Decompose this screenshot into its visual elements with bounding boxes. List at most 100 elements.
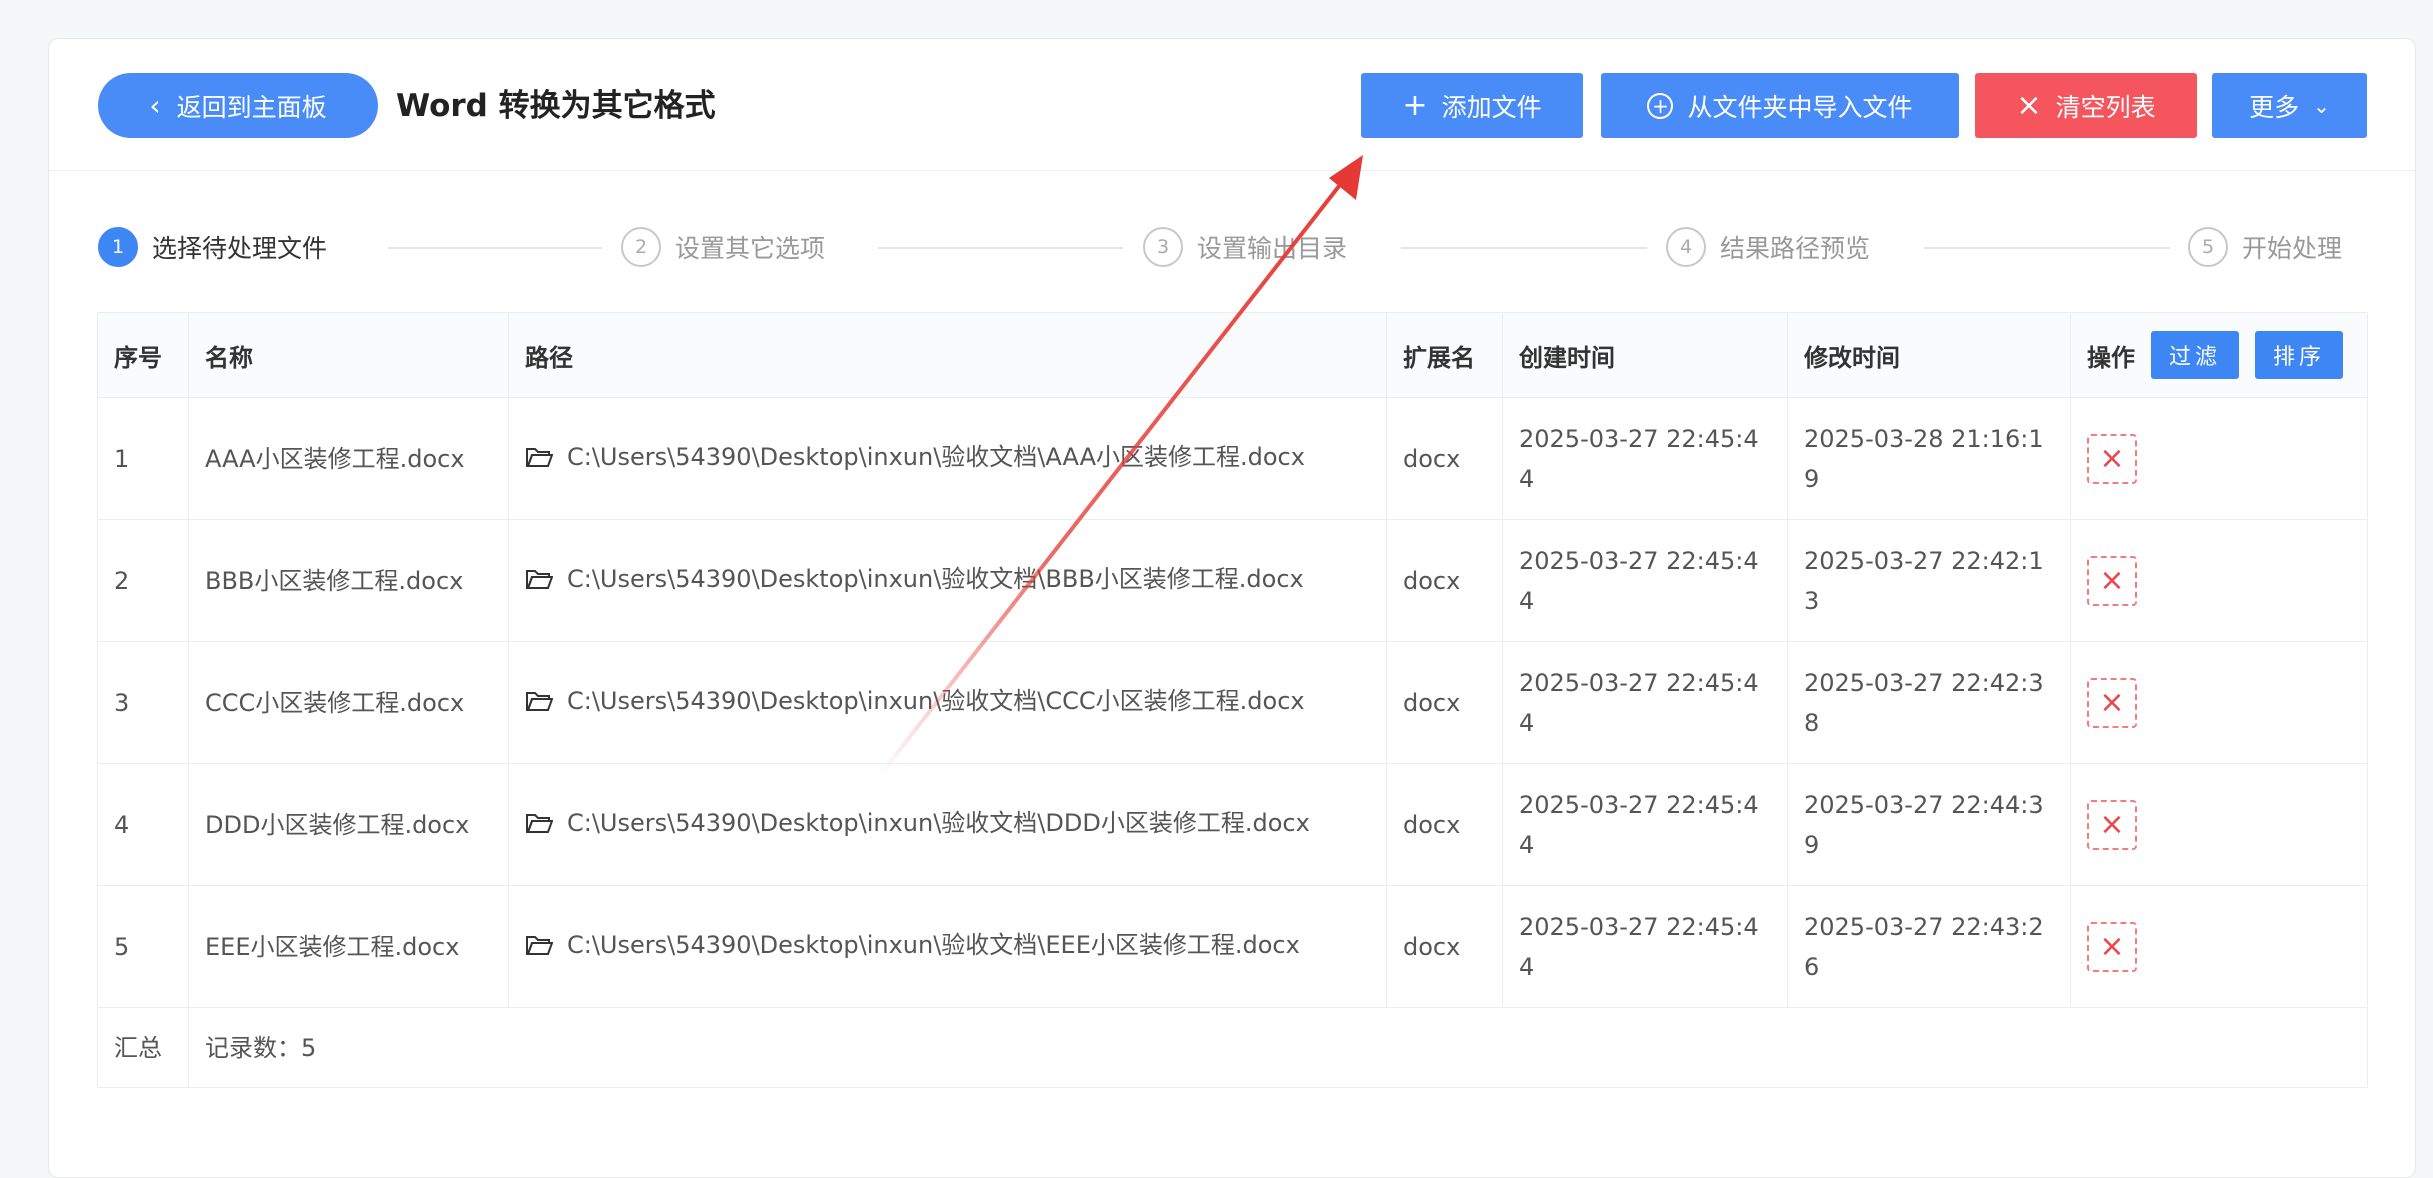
row-modified: 2025-03-27 22:43:26 [1787,885,2071,1008]
page-title: Word 转换为其它格式 [396,88,716,124]
close-icon: × [2099,928,2125,964]
row-action: × [2070,763,2368,886]
step-number: 2 [621,227,661,267]
row-created: 2025-03-27 22:45:44 [1502,763,1788,886]
row-index: 3 [97,641,189,764]
row-path-cell[interactable]: C:\Users\54390\Desktop\inxun\验收文档\EEE小区装… [508,885,1387,1008]
step-1: 1 选择待处理文件 [98,222,327,272]
row-path-cell[interactable]: C:\Users\54390\Desktop\inxun\验收文档\CCC小区装… [508,641,1387,764]
back-button-label: 返回到主面板 [176,92,327,122]
row-index: 4 [97,763,189,886]
row-ext: docx [1386,885,1503,1008]
row-modified: 2025-03-28 21:16:19 [1787,397,2071,520]
toolbar: ‹ 返回到主面板 Word 转换为其它格式 + 添加文件 + 从文件夹中导入文件… [49,39,2415,171]
row-action: × [2070,885,2368,1008]
filter-button[interactable]: 过滤 [2151,331,2239,379]
more-button[interactable]: 更多 ⌄ [2212,73,2367,138]
row-name: DDD小区装修工程.docx [188,763,509,886]
row-index: 2 [97,519,189,642]
step-number: 4 [1666,227,1706,267]
col-modified: 修改时间 [1787,312,2071,398]
close-icon: × [2099,684,2125,720]
plus-icon: + [1402,87,1428,123]
folder-open-icon [525,684,555,724]
add-file-button[interactable]: + 添加文件 [1361,73,1583,138]
close-icon: × [2099,440,2125,476]
chevron-left-icon: ‹ [149,89,161,122]
row-ext: docx [1386,763,1503,886]
row-created: 2025-03-27 22:45:44 [1502,641,1788,764]
sort-button[interactable]: 排序 [2255,331,2343,379]
close-icon: × [2016,87,2042,123]
folder-open-icon [525,562,555,602]
col-index: 序号 [97,312,189,398]
table-row: 3 CCC小区装修工程.docx C:\Users\54390\Desktop\… [97,641,2368,764]
step-connector [1924,247,2170,249]
chevron-down-icon: ⌄ [2313,93,2330,118]
row-modified: 2025-03-27 22:42:13 [1787,519,2071,642]
table-header-row: 序号 名称 路径 扩展名 创建时间 修改时间 操作 过滤 排序 [97,312,2368,398]
add-file-label: 添加文件 [1441,92,1542,122]
folder-open-icon [525,440,555,480]
import-folder-label: 从文件夹中导入文件 [1687,92,1913,122]
delete-row-button[interactable]: × [2087,799,2137,850]
step-label: 结果路径预览 [1720,234,1871,263]
row-path: C:\Users\54390\Desktop\inxun\验收文档\DDD小区装… [567,809,1310,837]
col-action-label: 操作 [2087,343,2135,372]
row-name: BBB小区装修工程.docx [188,519,509,642]
row-index: 5 [97,885,189,1008]
step-indicator: 1 选择待处理文件 2 设置其它选项 3 设置输出目录 4 结果路径预览 5 开… [98,222,2418,272]
row-modified: 2025-03-27 22:44:39 [1787,763,2071,886]
summary-label: 汇总 [97,1007,189,1088]
row-ext: docx [1386,397,1503,520]
row-created: 2025-03-27 22:45:44 [1502,519,1788,642]
step-label: 选择待处理文件 [152,234,328,263]
table-row: 1 AAA小区装修工程.docx C:\Users\54390\Desktop\… [97,397,2368,520]
row-name: CCC小区装修工程.docx [188,641,509,764]
step-label: 设置输出目录 [1197,234,1348,263]
more-label: 更多 [2249,92,2300,122]
row-path-cell[interactable]: C:\Users\54390\Desktop\inxun\验收文档\DDD小区装… [508,763,1387,886]
col-name: 名称 [188,312,509,398]
row-name: EEE小区装修工程.docx [188,885,509,1008]
step-label: 开始处理 [2242,234,2343,263]
row-ext: docx [1386,641,1503,764]
delete-row-button[interactable]: × [2087,921,2137,972]
row-action: × [2070,641,2368,764]
col-ext: 扩展名 [1386,312,1503,398]
row-created: 2025-03-27 22:45:44 [1502,885,1788,1008]
close-icon: × [2099,562,2125,598]
summary-row: 汇总 记录数：5 [97,1007,2368,1088]
plus-circle-icon: + [1647,92,1674,119]
delete-row-button[interactable]: × [2087,555,2137,606]
step-connector [878,247,1123,249]
step-2: 2 设置其它选项 [621,222,825,272]
back-to-main-button[interactable]: ‹ 返回到主面板 [98,73,378,138]
clear-list-label: 清空列表 [2055,92,2156,122]
step-label: 设置其它选项 [675,234,826,263]
step-number: 1 [98,227,138,267]
close-icon: × [2099,806,2125,842]
folder-open-icon [525,806,555,846]
import-folder-button[interactable]: + 从文件夹中导入文件 [1601,73,1959,138]
col-action: 操作 过滤 排序 [2070,312,2368,398]
row-path: C:\Users\54390\Desktop\inxun\验收文档\EEE小区装… [567,931,1300,959]
row-path: C:\Users\54390\Desktop\inxun\验收文档\AAA小区装… [567,443,1305,471]
row-path: C:\Users\54390\Desktop\inxun\验收文档\CCC小区装… [567,687,1305,715]
delete-row-button[interactable]: × [2087,433,2137,484]
row-path-cell[interactable]: C:\Users\54390\Desktop\inxun\验收文档\BBB小区装… [508,519,1387,642]
step-number: 5 [2188,227,2228,267]
step-3: 3 设置输出目录 [1143,222,1347,272]
table-row: 5 EEE小区装修工程.docx C:\Users\54390\Desktop\… [97,885,2368,1008]
row-name: AAA小区装修工程.docx [188,397,509,520]
step-number: 3 [1143,227,1183,267]
clear-list-button[interactable]: × 清空列表 [1975,73,2197,138]
row-path: C:\Users\54390\Desktop\inxun\验收文档\BBB小区装… [567,565,1304,593]
row-ext: docx [1386,519,1503,642]
table-row: 2 BBB小区装修工程.docx C:\Users\54390\Desktop\… [97,519,2368,642]
table-row: 4 DDD小区装修工程.docx C:\Users\54390\Desktop\… [97,763,2368,886]
delete-row-button[interactable]: × [2087,677,2137,728]
row-path-cell[interactable]: C:\Users\54390\Desktop\inxun\验收文档\AAA小区装… [508,397,1387,520]
folder-open-icon [525,928,555,968]
row-created: 2025-03-27 22:45:44 [1502,397,1788,520]
